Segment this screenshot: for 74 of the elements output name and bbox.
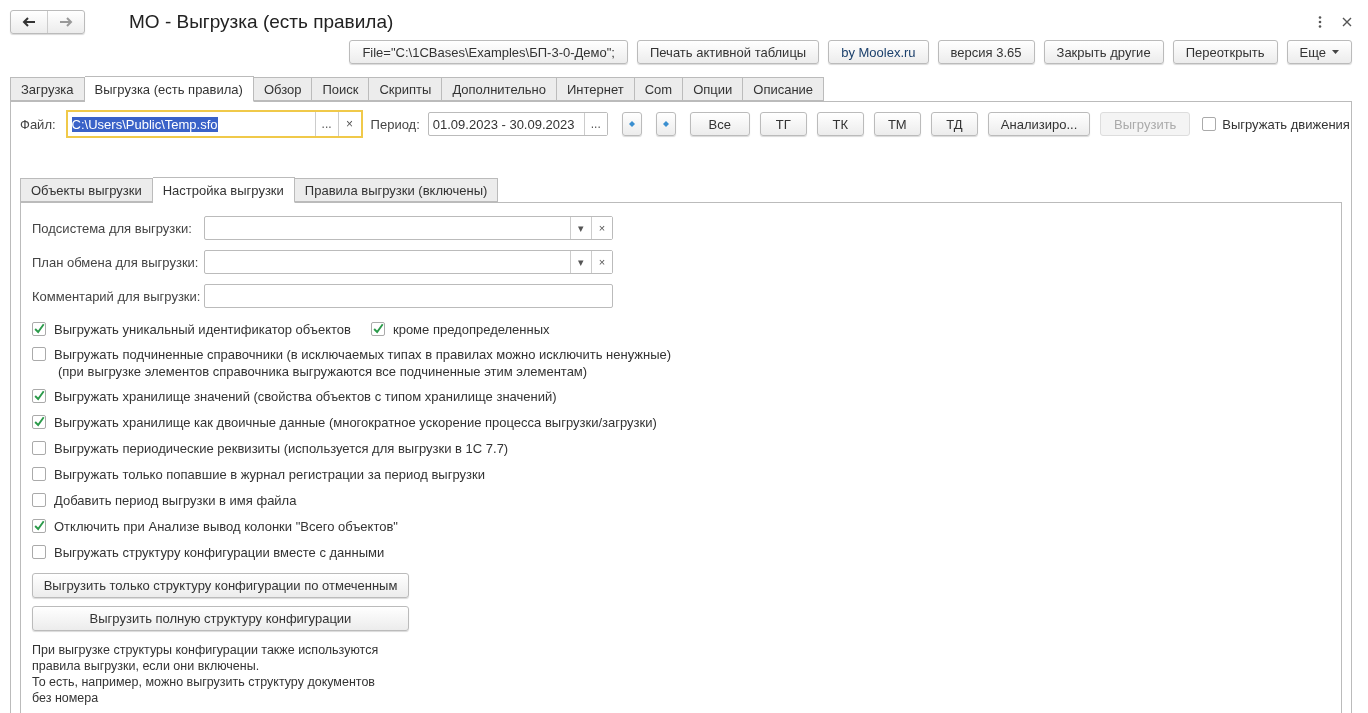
- checkbox-label: Выгружать хранилище значений (свойства объектов с типом хранилище значений): [54, 388, 557, 404]
- tab[interactable]: Загрузка: [10, 77, 85, 101]
- field-label: Комментарий для выгрузки:: [32, 288, 202, 304]
- checkbox-label: Выгружать только попавшие в журнал регистрации за период выгрузки: [54, 466, 485, 482]
- field-label: Подсистема для выгрузки:: [32, 220, 193, 236]
- checkbox[interactable]: [32, 389, 46, 403]
- checkbox-note: (при выгрузке элементов справочника выгружаются все подчиненные этим элементам): [57, 364, 589, 379]
- checkbox-label: Выгружать периодические реквизиты (используется для выгрузки в 1С 7.7): [54, 440, 509, 456]
- text-field[interactable]: [204, 284, 613, 308]
- choose-button[interactable]: ...: [583, 113, 607, 135]
- checkbox[interactable]: [32, 519, 46, 533]
- info-text: То есть, например, можно выгрузить структуру документов: [32, 674, 376, 690]
- file-field[interactable]: C:\Users\Public\Temp.sfo ... ×: [65, 110, 363, 138]
- tab[interactable]: Выгрузка (есть правила): [84, 76, 254, 102]
- tab[interactable]: Дополнительно: [442, 77, 557, 101]
- action-button[interactable]: ТД: [930, 112, 978, 136]
- checkbox-label: Выгружать структуру конфигурации вместе с данными: [54, 544, 385, 560]
- checkbox[interactable]: [32, 493, 46, 507]
- checkbox[interactable]: [32, 347, 46, 361]
- tab[interactable]: Описание: [743, 77, 825, 101]
- info-text: При выгрузке структуры конфигурации также используются: [32, 642, 380, 658]
- checkbox[interactable]: [1202, 117, 1217, 131]
- diamond-icon: [628, 121, 635, 127]
- checkbox[interactable]: [370, 322, 385, 336]
- tab[interactable]: Объекты выгрузки: [20, 178, 153, 202]
- link-button[interactable]: by Moolex.ru: [828, 40, 929, 64]
- checkbox-label: Выгружать подчиненные справочники (в исключаемых типах в правилах можно исключить ненужные): [54, 347, 672, 362]
- close-icon[interactable]: [1342, 17, 1352, 27]
- checkbox[interactable]: [32, 415, 46, 429]
- info-text: без номера: [32, 690, 100, 706]
- tab[interactable]: Опции: [683, 77, 744, 101]
- tab[interactable]: Com: [634, 77, 684, 101]
- marker-button[interactable]: [655, 112, 676, 136]
- tab[interactable]: Настройка выгрузки: [152, 177, 295, 203]
- action-button[interactable]: Анализиро...: [987, 112, 1091, 136]
- info-text: правила выгрузки, если они включены.: [32, 658, 261, 674]
- command-button[interactable]: Переоткрыть: [1172, 40, 1278, 64]
- file-label: Файл:: [20, 116, 56, 132]
- more-icon[interactable]: [1318, 16, 1322, 28]
- period-label: Период:: [370, 116, 420, 132]
- marker-button[interactable]: [621, 112, 642, 136]
- checkbox[interactable]: [32, 322, 46, 336]
- tab[interactable]: Правила выгрузки (включены): [294, 178, 499, 202]
- arrow-left-icon: [22, 17, 36, 27]
- command-button[interactable]: Закрыть другие: [1043, 40, 1164, 64]
- export-structure-button[interactable]: Выгрузить полную структуру конфигурации: [32, 606, 409, 631]
- checkbox-label: Выгружать хранилище как двоичные данные (многократное ускорение процесса выгрузки/загрузки): [54, 414, 657, 430]
- action-button[interactable]: ТГ: [759, 112, 807, 136]
- tab[interactable]: Интернет: [556, 77, 635, 101]
- diamond-icon: [662, 121, 669, 127]
- arrow-right-icon: [59, 17, 73, 27]
- more-menu-button[interactable]: Еще: [1286, 40, 1352, 64]
- command-button[interactable]: Печать активной таблицы: [636, 40, 820, 64]
- export-structure-button[interactable]: Выгрузить только структуру конфигурации по отмеченным: [32, 573, 409, 598]
- tab[interactable]: Обзор: [253, 77, 313, 101]
- checkbox-label: Отключить при Анализе вывод колонки "Всего объектов": [54, 518, 398, 534]
- checkbox[interactable]: [32, 441, 46, 455]
- field-label: План обмена для выгрузки:: [32, 254, 200, 270]
- checkbox-label: кроме предопределенных: [392, 321, 550, 337]
- checkbox-label: Выгружать движения: [1222, 116, 1350, 132]
- action-button[interactable]: Все: [689, 112, 750, 136]
- checkbox[interactable]: [32, 545, 46, 559]
- checkbox-label: Выгружать уникальный идентификатор объектов: [54, 321, 351, 337]
- command-button[interactable]: версия 3.65: [937, 40, 1035, 64]
- period-field[interactable]: 01.09.2023 - 30.09.2023 ...: [427, 112, 608, 136]
- tab[interactable]: Поиск: [312, 77, 370, 101]
- window-title: МО - Выгрузка (есть правила): [129, 11, 395, 33]
- tab[interactable]: Скрипты: [369, 77, 443, 101]
- action-button[interactable]: ТК: [816, 112, 864, 136]
- checkbox[interactable]: [32, 467, 46, 481]
- command-button[interactable]: File="C:\1CBases\Examples\БП-3-0-Демо";: [349, 40, 628, 64]
- caret-icon: [1332, 50, 1339, 54]
- action-button[interactable]: ТМ: [873, 112, 921, 136]
- checkbox-label: Добавить период выгрузки в имя файла: [54, 492, 297, 508]
